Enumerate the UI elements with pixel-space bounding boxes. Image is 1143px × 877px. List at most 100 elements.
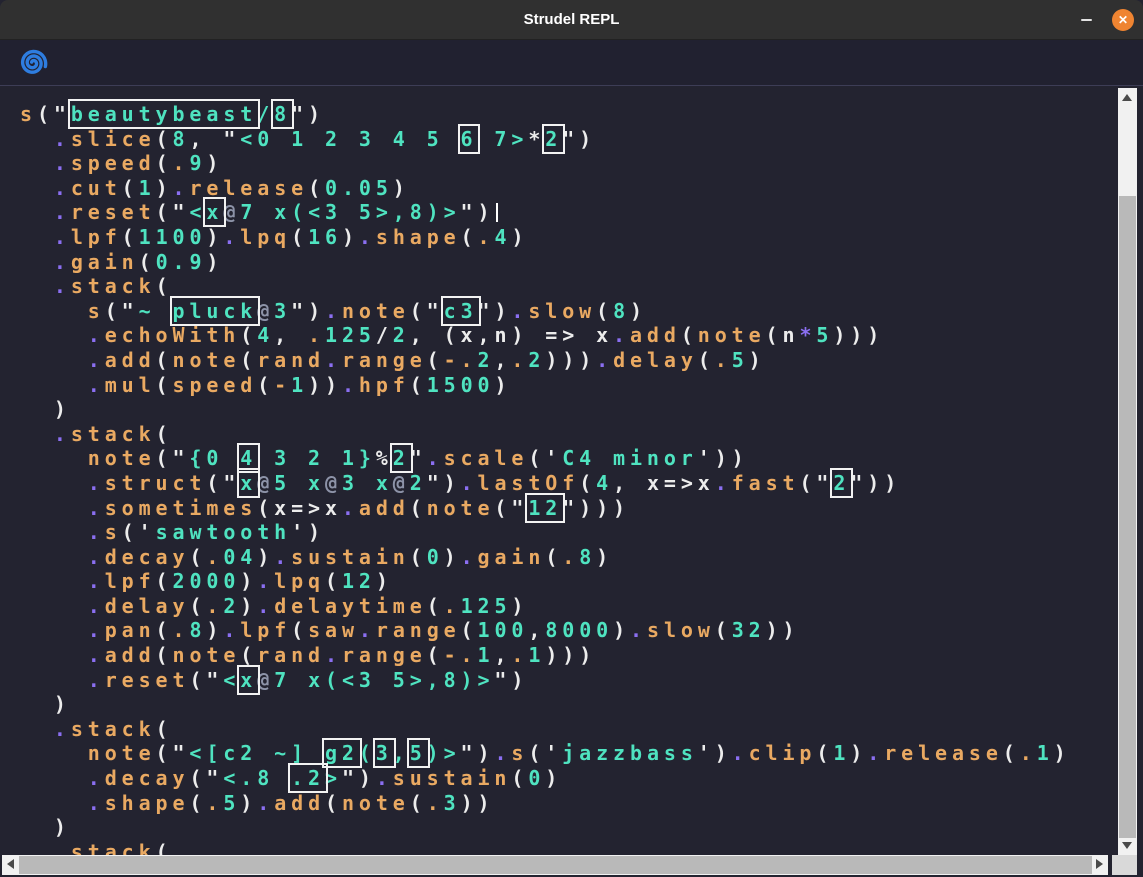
- code-token: slow: [647, 618, 715, 642]
- code-token: (: [122, 225, 139, 249]
- code-line[interactable]: .reset("<x@7 x(<3 5>,8)>"): [20, 668, 1103, 693]
- code-token: .: [511, 348, 528, 372]
- code-line[interactable]: s("~ pluck@3").note("c3").slow(8): [20, 299, 1103, 324]
- code-token: 0: [528, 766, 545, 790]
- strudel-logo-icon[interactable]: [18, 48, 48, 78]
- code-line[interactable]: .stack(: [20, 840, 1103, 855]
- code-line[interactable]: .gain(0.9): [20, 250, 1103, 275]
- code-line[interactable]: ): [20, 815, 1103, 840]
- code-token: .: [613, 323, 630, 347]
- code-token: (": [156, 200, 190, 224]
- vertical-scrollbar[interactable]: [1118, 88, 1137, 855]
- code-line[interactable]: .s('sawtooth'): [20, 520, 1103, 545]
- code-token: (: [139, 250, 156, 274]
- code-line[interactable]: .add(note(rand.range(-.2,.2))).delay(.5): [20, 348, 1103, 373]
- code-editor[interactable]: s("beautybeast/8") .slice(8, "<0 1 2 3 4…: [0, 87, 1143, 855]
- code-line[interactable]: .stack(: [20, 422, 1103, 447]
- code-token: -: [274, 373, 291, 397]
- code-token: .: [461, 545, 478, 569]
- code-line[interactable]: note("{0 4 3 2 1}%2".scale('C4 minor')): [20, 446, 1103, 471]
- code-line[interactable]: .lpf(1100).lpq(16).shape(.4): [20, 225, 1103, 250]
- code-line[interactable]: ): [20, 692, 1103, 717]
- code-token: .: [54, 422, 71, 446]
- code-token: pan: [105, 618, 156, 642]
- code-line[interactable]: .decay(.04).sustain(0).gain(.8): [20, 545, 1103, 570]
- code-token: note: [427, 496, 495, 520]
- code-token: .: [325, 348, 342, 372]
- code-token: "): [461, 741, 495, 765]
- code-token: 16: [308, 225, 342, 249]
- minimize-button[interactable]: [1073, 7, 1099, 33]
- code-token: .: [274, 545, 291, 569]
- code-token: (: [410, 791, 427, 815]
- scroll-down-icon[interactable]: [1122, 842, 1132, 849]
- indent: [20, 569, 88, 593]
- code-line[interactable]: .pan(.8).lpf(saw.range(100,8000).slow(32…: [20, 618, 1103, 643]
- scroll-up-icon[interactable]: [1122, 94, 1132, 101]
- code-token: @: [223, 200, 240, 224]
- code-line[interactable]: .decay("<.8 .2>").sustain(0): [20, 766, 1103, 791]
- code-token: .: [325, 643, 342, 667]
- code-token: .: [88, 569, 105, 593]
- code-token: @: [257, 299, 274, 323]
- code-line[interactable]: .stack(: [20, 274, 1103, 299]
- code-token: '): [291, 520, 325, 544]
- indent: [20, 741, 88, 765]
- code-token: .: [88, 373, 105, 397]
- horizontal-scroll-thumb[interactable]: [19, 856, 1092, 874]
- code-line[interactable]: .reset("<x@7 x(<3 5>,8)>"): [20, 200, 1103, 225]
- scroll-left-icon[interactable]: [7, 859, 14, 869]
- vertical-scroll-thumb[interactable]: [1119, 196, 1136, 838]
- close-button[interactable]: ✕: [1112, 9, 1134, 31]
- active-token: 6: [461, 127, 478, 151]
- code-token: ): [494, 373, 511, 397]
- code-token: (: [359, 741, 376, 765]
- code-token: "): [427, 471, 461, 495]
- scroll-right-icon[interactable]: [1096, 859, 1103, 869]
- code-token: "): [562, 127, 596, 151]
- code-line[interactable]: .delay(.2).delaytime(.125): [20, 594, 1103, 619]
- code-line[interactable]: .sometimes(x=>x.add(note("12"))): [20, 496, 1103, 521]
- code-token: ): [342, 225, 359, 249]
- code-line[interactable]: .echoWith(4, .125/2, (x,n) => x.add(note…: [20, 323, 1103, 348]
- code-line[interactable]: .lpf(2000).lpq(12): [20, 569, 1103, 594]
- titlebar[interactable]: Strudel REPL ✕: [0, 0, 1143, 40]
- code-token: .: [376, 766, 393, 790]
- code-token: lastOf: [478, 471, 580, 495]
- code-token: 1500: [427, 373, 495, 397]
- code-token: ): [206, 250, 223, 274]
- indent: [20, 594, 88, 618]
- code-token: slow: [528, 299, 596, 323]
- code-token: .: [427, 446, 444, 470]
- code-token: 1: [478, 643, 495, 667]
- code-line[interactable]: ): [20, 397, 1103, 422]
- indent: [20, 200, 54, 224]
- indent: [20, 274, 54, 298]
- code-line[interactable]: s("beautybeast/8"): [20, 102, 1103, 127]
- code-line[interactable]: .slice(8, "<0 1 2 3 4 5 6 7>*2"): [20, 127, 1103, 152]
- code-line[interactable]: .shape(.5).add(note(.3)): [20, 791, 1103, 816]
- code-token: ): [257, 545, 274, 569]
- code-token: ): [850, 741, 867, 765]
- code-line[interactable]: .struct("x@5 x@3 x@2").lastOf(4, x=>x.fa…: [20, 471, 1103, 496]
- code-token: sawtooth: [156, 520, 292, 544]
- code-token: ~: [139, 299, 173, 323]
- code-line[interactable]: note("<[c2 ~] g2(3,5)>").s('jazzbass').c…: [20, 741, 1103, 766]
- code-area[interactable]: s("beautybeast/8") .slice(8, "<0 1 2 3 4…: [0, 87, 1143, 855]
- code-token: ): [54, 397, 71, 421]
- code-line[interactable]: .add(note(rand.range(-.1,.1))): [20, 643, 1103, 668]
- code-token: ,: [494, 348, 511, 372]
- code-token: (": [799, 471, 833, 495]
- code-token: (: [410, 496, 427, 520]
- code-token: ): [54, 815, 71, 839]
- code-token: slice: [71, 127, 156, 151]
- code-line[interactable]: .stack(: [20, 717, 1103, 742]
- code-line[interactable]: .speed(.9): [20, 151, 1103, 176]
- code-line[interactable]: .mul(speed(-1)).hpf(1500): [20, 373, 1103, 398]
- code-token: 8: [189, 618, 206, 642]
- horizontal-scrollbar[interactable]: [2, 855, 1108, 875]
- code-token: sustain: [291, 545, 410, 569]
- code-token: (: [156, 643, 173, 667]
- code-line[interactable]: .cut(1).release(0.05): [20, 176, 1103, 201]
- code-token: .: [494, 741, 511, 765]
